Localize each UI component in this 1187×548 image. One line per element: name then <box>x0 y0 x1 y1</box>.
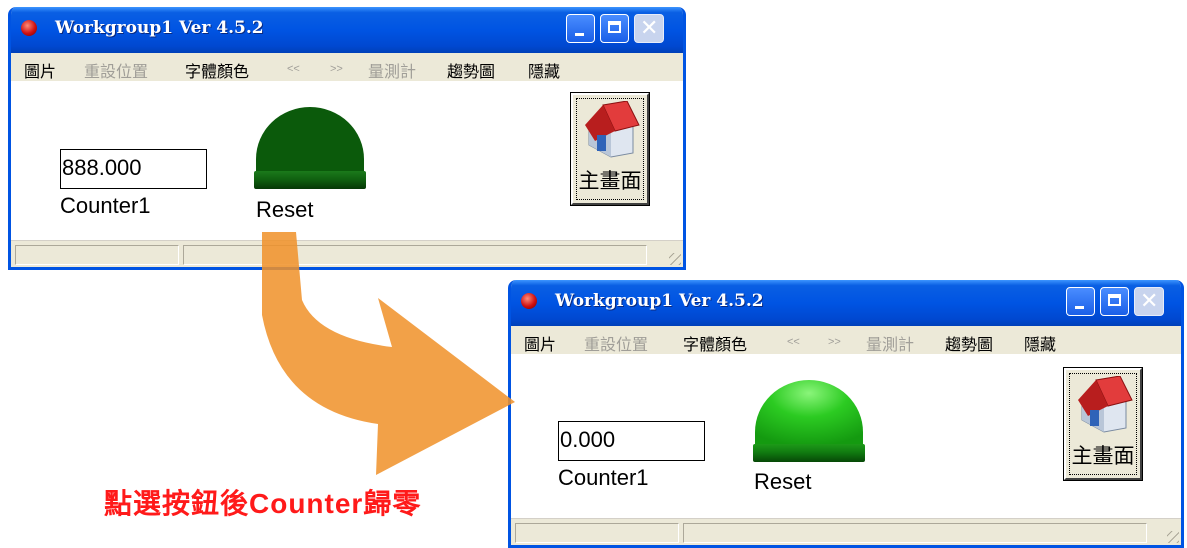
curved-arrow-icon <box>262 232 515 475</box>
instruction-caption: 點選按鈕後Counter歸零 <box>104 488 422 519</box>
